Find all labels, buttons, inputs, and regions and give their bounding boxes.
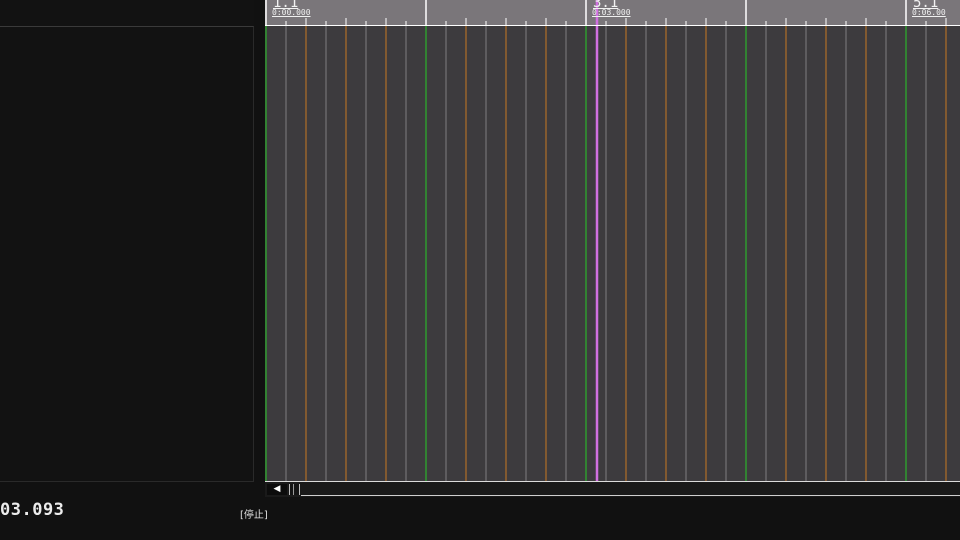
timeline-grid[interactable] (265, 26, 960, 481)
ruler-time-label: 0:06.00 (912, 8, 946, 17)
scroll-thumb[interactable] (289, 484, 300, 495)
left-arrow-icon: ◀ (273, 484, 281, 494)
ruler-time-label: 0:00.000 (272, 8, 311, 17)
left-panel-header (0, 0, 254, 26)
daw-window: 1.1 0:00.000 3.1 0:03.000 5.1 0:06.00 ◀ … (0, 0, 960, 540)
scroll-left-button[interactable]: ◀ (267, 484, 287, 495)
ruler-time-label: 0:03.000 (592, 8, 631, 17)
timeline-ruler[interactable]: 1.1 0:00.000 3.1 0:03.000 5.1 0:06.00 (265, 0, 960, 26)
horizontal-scrollbar[interactable]: ◀ (265, 481, 960, 497)
grid-lines (265, 26, 947, 481)
scroll-track (301, 495, 960, 496)
transport-status: [停止] (240, 510, 268, 521)
track-list-panel[interactable] (0, 26, 254, 482)
time-display: 03.093 (0, 500, 65, 520)
